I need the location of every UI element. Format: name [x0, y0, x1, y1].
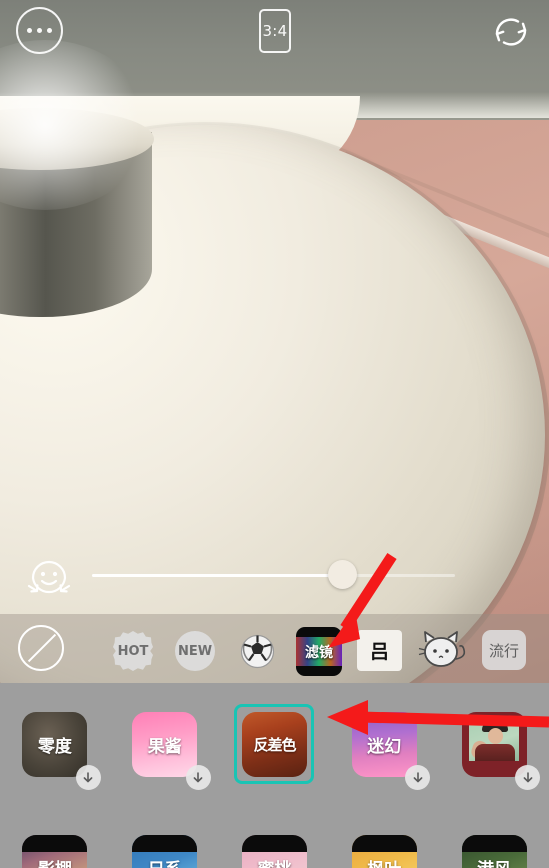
filter-item-0[interactable]: 零度 [0, 704, 110, 808]
filter-thumbnail[interactable]: 日系 [132, 834, 198, 868]
category-item-lv-label: 吕 [369, 641, 389, 663]
beauty-slider[interactable] [92, 560, 455, 589]
filter-panel: 零度 果酱 反差色 迷幻 [0, 683, 549, 868]
ellipsis-icon [37, 28, 42, 33]
photo-body [475, 744, 516, 761]
cat-face-icon [418, 631, 466, 667]
filter-thumbnail[interactable]: 零度 [22, 711, 88, 777]
download-arrow-icon [193, 771, 203, 782]
new-badge-label: NEW [177, 643, 213, 659]
face-slim-button[interactable] [23, 550, 75, 602]
camera-flip-button[interactable] [487, 8, 535, 56]
download-arrow-icon [83, 771, 93, 782]
top-bar: 3:4 [0, 0, 549, 62]
category-item-popular-label: 流行 [488, 641, 519, 660]
filter-thumbnail[interactable]: 枫叶 [351, 834, 417, 868]
download-badge[interactable] [185, 765, 211, 790]
filter-label: 迷幻 [367, 736, 402, 757]
soccer-ball-icon [240, 634, 275, 669]
filter-label: 日系 [148, 855, 182, 868]
more-options-button[interactable] [16, 7, 63, 54]
filter-row-2: 影棚 日系 蜜桃 [0, 827, 549, 868]
filter-thumbnail[interactable]: 反差色 [241, 711, 307, 777]
filter-label: 港风 [477, 855, 511, 868]
download-badge[interactable] [405, 765, 431, 790]
category-item-popular[interactable]: 流行 [482, 630, 526, 670]
filter-item-7[interactable]: 蜜桃 [220, 827, 330, 868]
filter-item-8[interactable]: 枫叶 [329, 827, 439, 868]
filter-item-4[interactable] [439, 704, 549, 808]
filter-row-1: 零度 果酱 反差色 迷幻 [0, 704, 549, 808]
filter-label: 影棚 [38, 855, 72, 868]
category-item-none[interactable] [18, 625, 64, 671]
slider-fill [92, 574, 343, 577]
camera-flip-icon [495, 18, 527, 46]
camera-screen: 3:4 HOT NEW 滤镜 吕 流行 零度 果酱 反差色 迷幻 [0, 0, 549, 868]
filter-thumbnail[interactable]: 蜜桃 [241, 834, 307, 868]
category-item-hot[interactable]: HOT [113, 631, 153, 671]
download-badge[interactable] [515, 765, 541, 790]
category-item-filter[interactable]: 滤镜 [296, 627, 342, 676]
category-item-filter-label: 滤镜 [305, 644, 333, 661]
filter-thumbnail[interactable]: 港风 [461, 834, 527, 868]
filter-item-6[interactable]: 日系 [110, 827, 220, 868]
filter-tile-wrap[interactable]: 枫叶 [344, 827, 424, 868]
aspect-ratio-label: 3:4 [262, 22, 288, 40]
download-arrow-icon [523, 771, 532, 782]
download-arrow-icon [413, 771, 423, 782]
filter-thumbnail-photo [469, 719, 520, 761]
filter-tile-wrap[interactable]: 日系 [125, 827, 205, 868]
filter-thumbnail[interactable]: 果酱 [132, 711, 198, 777]
filter-label: 反差色 [253, 735, 296, 754]
category-item-lv[interactable]: 吕 [357, 630, 402, 671]
filter-thumbnail[interactable]: 迷幻 [351, 711, 417, 777]
filter-item-2[interactable]: 反差色 [220, 704, 330, 808]
filter-tile-wrap[interactable]: 迷幻 [344, 704, 431, 790]
filter-tile-wrap[interactable]: 影棚 [15, 827, 95, 868]
filter-tile-wrap[interactable] [454, 704, 541, 790]
category-item-new[interactable]: NEW [175, 631, 215, 671]
filter-label: 果酱 [147, 736, 182, 757]
filter-tile-wrap[interactable]: 零度 [15, 704, 101, 790]
aspect-ratio-button[interactable]: 3:4 [259, 9, 291, 53]
filter-category-bar: HOT NEW 滤镜 吕 流行 [0, 614, 549, 683]
photo-face [488, 728, 504, 744]
hot-badge-label: HOT [117, 643, 149, 659]
filter-label: 蜜桃 [257, 855, 291, 868]
category-item-sports[interactable] [237, 631, 278, 672]
ellipsis-icon [27, 28, 32, 33]
filter-thumbnail[interactable]: 影棚 [22, 834, 88, 868]
filter-item-3[interactable]: 迷幻 [329, 704, 439, 808]
beauty-slider-row [0, 548, 549, 604]
filter-item-1[interactable]: 果酱 [110, 704, 220, 808]
filter-tile-wrap[interactable]: 果酱 [125, 704, 211, 790]
category-item-cat[interactable] [417, 628, 469, 674]
slider-thumb[interactable] [328, 560, 357, 589]
download-badge[interactable] [75, 765, 101, 790]
filter-item-9[interactable]: 港风 [439, 827, 549, 868]
filter-label: 枫叶 [367, 855, 401, 868]
filter-thumbnail[interactable] [461, 711, 527, 777]
ellipsis-icon [47, 28, 52, 33]
face-slim-icon [27, 560, 71, 594]
filter-tile-wrap[interactable]: 蜜桃 [234, 827, 314, 868]
filter-tile-wrap[interactable]: 港风 [454, 827, 534, 868]
filter-item-5[interactable]: 影棚 [0, 827, 110, 868]
filter-label: 零度 [37, 736, 72, 757]
filter-tile-selected[interactable]: 反差色 [234, 704, 315, 784]
